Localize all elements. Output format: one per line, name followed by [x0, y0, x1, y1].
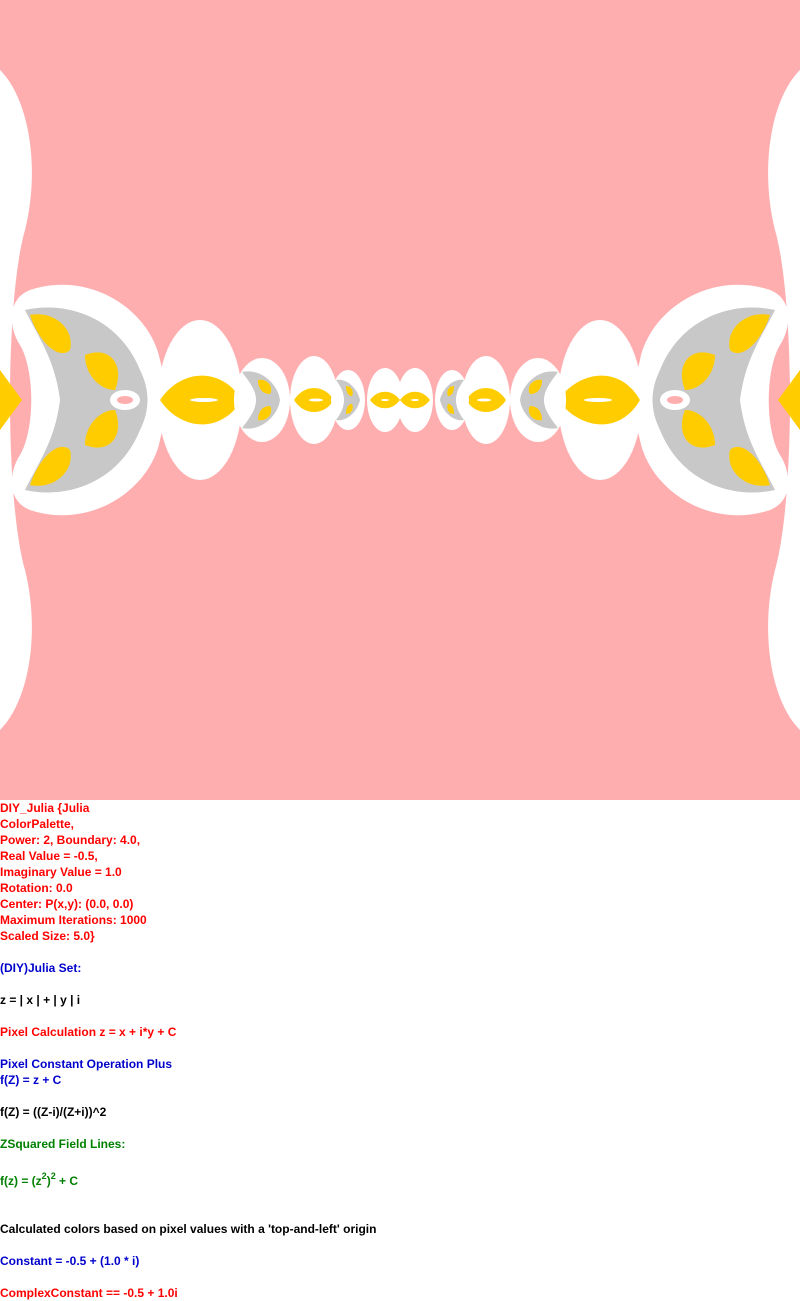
- param-line-3: Power: 2, Boundary: 4.0,: [0, 833, 141, 847]
- right-medium-butterfly: [510, 358, 566, 442]
- parameter-text-panel: DIY_Julia {Julia ColorPalette, Power: 2,…: [0, 800, 800, 1301]
- function-line-1: f(Z) = z + C: [0, 1073, 62, 1087]
- param-line-4: Real Value = -0.5,: [0, 849, 98, 863]
- left-medium-lens: [290, 356, 338, 444]
- param-line-6: Rotation: 0.0: [0, 881, 73, 895]
- param-line-2: ColorPalette,: [0, 817, 75, 831]
- param-line-5: Imaginary Value = 1.0: [0, 865, 122, 879]
- julia-fractal-image: [0, 0, 800, 800]
- param-line-1: DIY_Julia {Julia: [0, 801, 90, 815]
- param-line-7: Center: P(x,y): (0.0, 0.0): [0, 897, 134, 911]
- right-small-butterfly: [435, 370, 469, 430]
- julia-set-heading: (DIY)Julia Set:: [0, 961, 82, 975]
- param-line-9: Scaled Size: 5.0}: [0, 929, 95, 943]
- right-large-lens: [558, 320, 642, 480]
- field-lines-heading: ZSquared Field Lines:: [0, 1137, 126, 1151]
- pixel-constant-operation: Pixel Constant Operation Plus: [0, 1057, 173, 1071]
- complex-constant-line: ComplexConstant == -0.5 + 1.0i: [0, 1286, 178, 1300]
- z-equation: z = | x | + | y | i: [0, 993, 81, 1007]
- constant-line: Constant = -0.5 + (1.0 * i): [0, 1254, 140, 1268]
- param-line-8: Maximum Iterations: 1000: [0, 913, 147, 927]
- left-medium-butterfly: [234, 358, 290, 442]
- left-large-lens: [158, 320, 242, 480]
- pixel-calculation: Pixel Calculation z = x + i*y + C: [0, 1025, 177, 1039]
- right-medium-lens: [462, 356, 510, 444]
- calculated-colors-note: Calculated colors based on pixel values …: [0, 1222, 377, 1236]
- left-small-butterfly: [331, 370, 365, 430]
- function-line-3: f(z) = (z2)2 + C: [0, 1171, 79, 1189]
- function-line-2: f(Z) = ((Z-i)/(Z+i))^2: [0, 1105, 107, 1119]
